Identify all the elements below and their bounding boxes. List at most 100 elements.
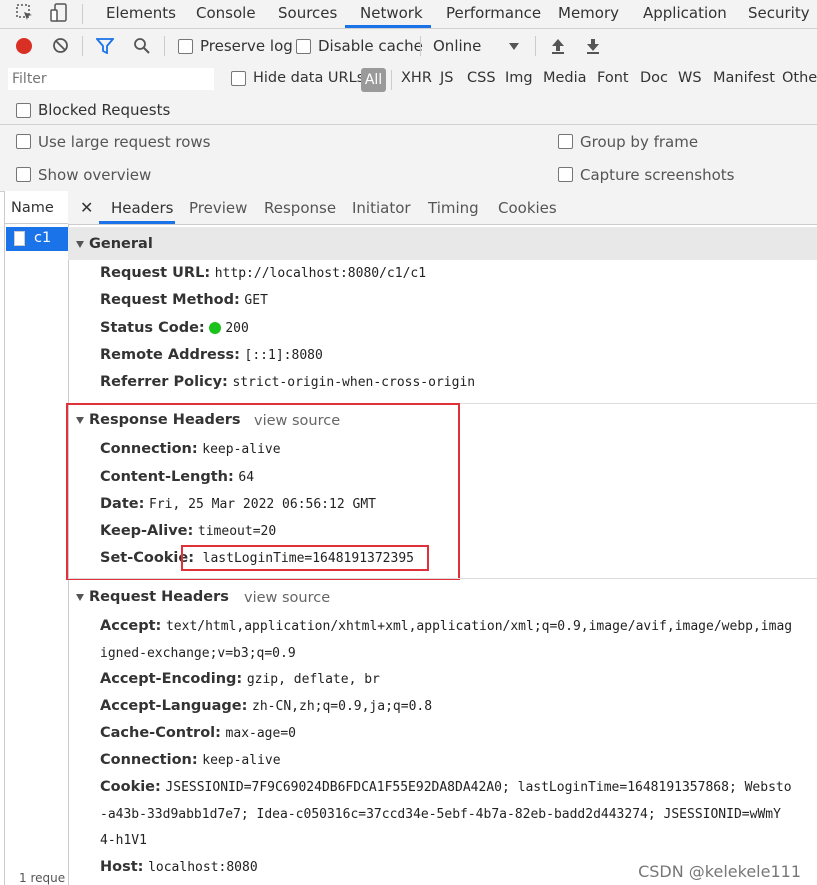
cookie-key: Cookie: bbox=[100, 779, 161, 795]
capture-screenshots-checkbox[interactable] bbox=[558, 167, 573, 182]
throttle-select[interactable]: Online bbox=[433, 37, 481, 55]
blocked-requests-label: Blocked Requests bbox=[38, 101, 171, 119]
search-icon[interactable] bbox=[133, 37, 150, 58]
type-filter-xhr[interactable]: XHR bbox=[401, 70, 432, 86]
status-ok-icon bbox=[209, 322, 222, 334]
request-headers-section-header[interactable]: Request Headers view source bbox=[68, 580, 817, 613]
request-url-value: http://localhost:8080/c1/c1 bbox=[214, 266, 427, 281]
request-headers-title: Request Headers bbox=[89, 589, 229, 605]
show-overview-label: Show overview bbox=[38, 166, 152, 184]
request-list: Name c1 1 reque bbox=[4, 191, 69, 885]
request-method-value: GET bbox=[244, 293, 268, 308]
blocked-requests-checkbox[interactable] bbox=[16, 103, 31, 118]
request-count: 1 reque bbox=[19, 871, 66, 885]
tab-preview[interactable]: Preview bbox=[189, 199, 247, 217]
type-filter-js[interactable]: JS bbox=[440, 70, 453, 86]
devtools-tab-bar: Elements Console Sources Network Perform… bbox=[0, 0, 817, 29]
document-icon bbox=[14, 231, 25, 246]
type-filter-img[interactable]: Img bbox=[505, 70, 533, 86]
request-name: c1 bbox=[34, 230, 52, 246]
group-by-frame-checkbox[interactable] bbox=[558, 134, 573, 149]
chevron-down-icon[interactable] bbox=[509, 43, 519, 50]
record-icon[interactable] bbox=[16, 38, 32, 54]
accept-language-value: zh-CN,zh;q=0.9,ja;q=0.8 bbox=[252, 699, 433, 714]
referrer-policy-key: Referrer Policy: bbox=[100, 374, 228, 390]
upload-icon[interactable] bbox=[550, 37, 566, 59]
disable-cache-label: Disable cache bbox=[318, 37, 423, 55]
capture-screenshots-label: Capture screenshots bbox=[580, 166, 735, 184]
tab-response[interactable]: Response bbox=[264, 199, 336, 217]
name-column-header[interactable]: Name bbox=[5, 191, 68, 224]
status-code-value: 200 bbox=[225, 321, 249, 336]
general-title: General bbox=[89, 236, 153, 252]
request-method-key: Request Method: bbox=[100, 292, 240, 308]
type-filter-manifest[interactable]: Manifest bbox=[713, 70, 775, 86]
cookie-value-cont: -a43b-33d9abb1d7e7; Idea-c050316c=37ccd3… bbox=[100, 807, 781, 822]
referrer-policy-value: strict-origin-when-cross-origin bbox=[232, 375, 476, 390]
tab-memory[interactable]: Memory bbox=[558, 4, 619, 22]
watermark: CSDN @kelekele111 bbox=[638, 862, 801, 881]
tab-headers[interactable]: Headers bbox=[111, 199, 173, 217]
collapse-triangle-icon bbox=[76, 593, 84, 601]
filter-icon[interactable] bbox=[95, 38, 115, 58]
type-filter-other[interactable]: Other bbox=[782, 70, 817, 86]
download-icon[interactable] bbox=[585, 37, 601, 59]
cache-control-key: Cache-Control: bbox=[100, 725, 221, 741]
tab-cookies[interactable]: Cookies bbox=[498, 199, 557, 217]
req-connection-value: keep-alive bbox=[202, 753, 281, 768]
preserve-log-checkbox[interactable] bbox=[178, 39, 193, 54]
accept-language-key: Accept-Language: bbox=[100, 698, 248, 714]
large-rows-label: Use large request rows bbox=[38, 133, 211, 151]
tab-console[interactable]: Console bbox=[196, 4, 256, 22]
type-filter-font[interactable]: Font bbox=[597, 70, 629, 86]
type-filter-css[interactable]: CSS bbox=[467, 70, 496, 86]
clear-icon[interactable] bbox=[52, 37, 69, 58]
remote-address-key: Remote Address: bbox=[100, 347, 240, 363]
type-filter-all[interactable]: All bbox=[361, 68, 386, 92]
host-key: Host: bbox=[100, 859, 144, 875]
accept-encoding-key: Accept-Encoding: bbox=[100, 671, 243, 687]
tab-elements[interactable]: Elements bbox=[106, 4, 176, 22]
large-rows-checkbox[interactable] bbox=[16, 134, 31, 149]
network-toolbar: Preserve log Disable cache Online bbox=[0, 29, 817, 64]
tab-security[interactable]: Security bbox=[748, 4, 810, 22]
host-value: localhost:8080 bbox=[148, 860, 258, 875]
detail-tabs: ✕ Headers Preview Response Initiator Tim… bbox=[68, 191, 817, 225]
disable-cache-checkbox[interactable] bbox=[296, 39, 311, 54]
hide-data-urls-checkbox[interactable] bbox=[231, 71, 246, 86]
hide-data-urls-label: Hide data URLs bbox=[253, 70, 365, 86]
req-connection-key: Connection: bbox=[100, 752, 198, 768]
accept-encoding-value: gzip, deflate, br bbox=[246, 672, 380, 687]
type-filter-doc[interactable]: Doc bbox=[640, 70, 668, 86]
blocked-requests-bar: Blocked Requests bbox=[0, 96, 817, 125]
type-filter-media[interactable]: Media bbox=[543, 70, 587, 86]
cache-control-value: max-age=0 bbox=[225, 726, 296, 741]
close-icon[interactable]: ✕ bbox=[80, 198, 93, 217]
tab-performance[interactable]: Performance bbox=[446, 4, 541, 22]
tab-application[interactable]: Application bbox=[643, 4, 727, 22]
tab-sources[interactable]: Sources bbox=[278, 4, 337, 22]
set-cookie-highlight bbox=[181, 545, 429, 571]
remote-address-value: [::1]:8080 bbox=[244, 348, 323, 363]
type-filter-ws[interactable]: WS bbox=[678, 70, 702, 86]
group-by-frame-label: Group by frame bbox=[580, 133, 699, 151]
tab-timing[interactable]: Timing bbox=[428, 199, 479, 217]
request-view-source-link[interactable]: view source bbox=[244, 590, 330, 606]
request-row-c1[interactable]: c1 bbox=[6, 227, 68, 251]
tab-network[interactable]: Network bbox=[360, 4, 423, 22]
cookie-value: JSESSIONID=7F9C69024DB6FDCA1F55E92DA8DA4… bbox=[165, 780, 792, 795]
show-overview-checkbox[interactable] bbox=[16, 167, 31, 182]
tab-initiator[interactable]: Initiator bbox=[352, 199, 411, 217]
accept-key: Accept: bbox=[100, 618, 162, 634]
cookie-value-cont2: 4-h1V1 bbox=[100, 833, 147, 848]
preserve-log-label: Preserve log bbox=[200, 37, 293, 55]
general-section-header[interactable]: General bbox=[68, 227, 817, 260]
network-options: Use large request rows Group by frame Sh… bbox=[0, 125, 817, 192]
collapse-triangle-icon bbox=[76, 240, 84, 248]
accept-value-cont: igned-exchange;v=b3;q=0.9 bbox=[100, 646, 296, 661]
filter-input[interactable] bbox=[8, 68, 214, 90]
inspect-element-icon[interactable] bbox=[16, 4, 34, 26]
device-toolbar-icon[interactable] bbox=[49, 3, 69, 27]
accept-value: text/html,application/xhtml+xml,applicat… bbox=[165, 619, 793, 634]
request-url-key: Request URL: bbox=[100, 265, 211, 281]
